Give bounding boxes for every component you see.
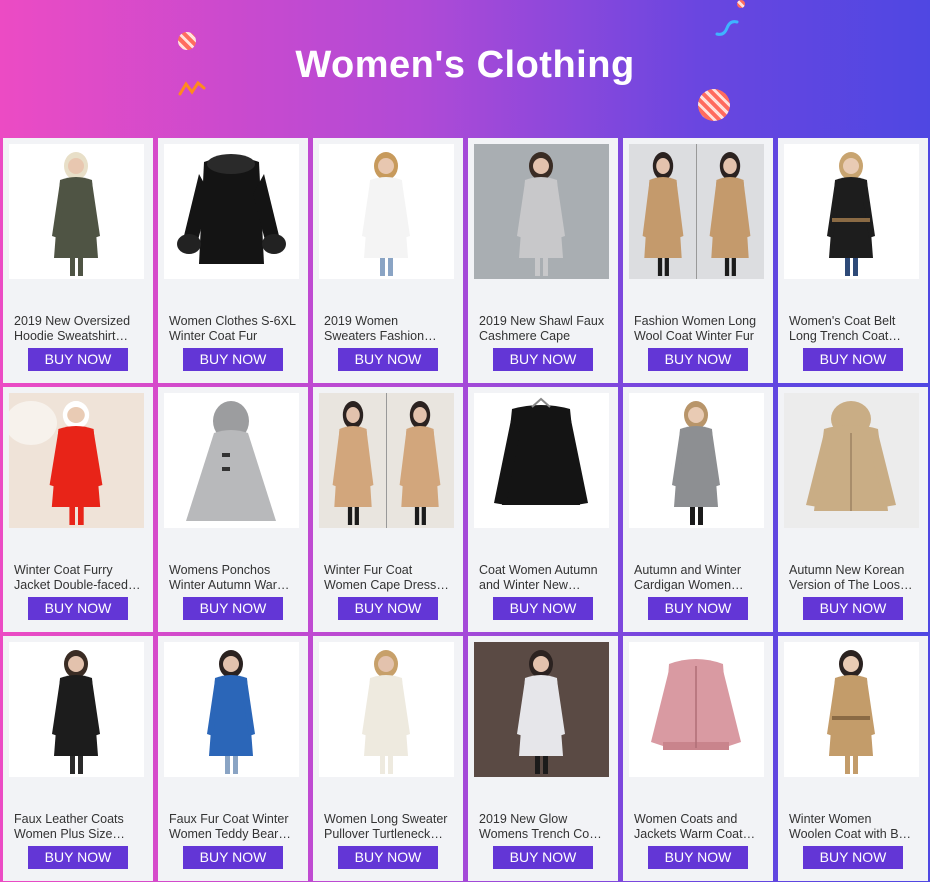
product-image[interactable]	[474, 393, 609, 528]
product-title[interactable]: Winter Coat Furry Jacket Double-faced Fu…	[14, 563, 142, 593]
product-card[interactable]: Women's Coat Belt Long Trench Coat Black…	[778, 138, 928, 383]
product-card[interactable]: Fashion Women Long Wool Coat Winter Fur B…	[623, 138, 773, 383]
product-card[interactable]: Autumn and Winter Cardigan Women Knitted…	[623, 387, 773, 632]
product-title[interactable]: Women Coats and Jackets Warm Coat Teddy	[634, 812, 762, 842]
product-title[interactable]: Winter Fur Coat Women Cape Dress Shawl	[324, 563, 452, 593]
product-card[interactable]: Coat Women Autumn and Winter New Cardiga…	[468, 387, 618, 632]
product-title[interactable]: Women's Coat Belt Long Trench Coat Black	[789, 314, 917, 344]
buy-now-button[interactable]: BUY NOW	[183, 348, 283, 371]
product-card[interactable]: 2019 Women Sweaters Fashion Knitted BUY N…	[313, 138, 463, 383]
product-title[interactable]: 2019 New Glow Womens Trench Coat Reflect…	[479, 812, 607, 842]
product-image[interactable]	[629, 393, 764, 528]
buy-now-button[interactable]: BUY NOW	[338, 597, 438, 620]
product-image[interactable]	[164, 393, 299, 528]
product-title[interactable]: Womens Ponchos Winter Autumn Warm Cape	[169, 563, 297, 593]
product-image[interactable]	[784, 144, 919, 279]
buy-now-button[interactable]: BUY NOW	[803, 597, 903, 620]
product-title[interactable]: Autumn and Winter Cardigan Women Knitted	[634, 563, 762, 593]
product-card[interactable]: 2019 New Oversized Hoodie Sweatshirt Wom…	[3, 138, 153, 383]
product-title[interactable]: 2019 Women Sweaters Fashion Knitted	[324, 314, 452, 344]
buy-now-button[interactable]: BUY NOW	[28, 348, 128, 371]
product-image[interactable]	[474, 642, 609, 777]
striped-ball-decoration	[737, 0, 745, 8]
product-card[interactable]: 2019 New Shawl Faux Cashmere Cape BUY NOW	[468, 138, 618, 383]
buy-now-button[interactable]: BUY NOW	[338, 846, 438, 869]
buy-now-button[interactable]: BUY NOW	[183, 846, 283, 869]
product-card[interactable]: 2019 New Glow Womens Trench Coat Reflect…	[468, 636, 618, 881]
page-title: Women's Clothing	[295, 44, 635, 86]
product-title[interactable]: Coat Women Autumn and Winter New Cardiga…	[479, 563, 607, 593]
product-card[interactable]: Women Long Sweater Pullover Turtleneck D…	[313, 636, 463, 881]
product-image[interactable]	[9, 393, 144, 528]
squiggle-decoration	[715, 20, 739, 36]
product-card[interactable]: Women Clothes S-6XL Winter Coat Fur BUY N…	[158, 138, 308, 383]
product-image[interactable]	[629, 642, 764, 777]
buy-now-button[interactable]: BUY NOW	[648, 846, 748, 869]
product-image[interactable]	[319, 393, 454, 528]
product-image[interactable]	[319, 144, 454, 279]
product-card[interactable]: Faux Fur Coat Winter Women Teddy Bear Co…	[158, 636, 308, 881]
product-image[interactable]	[784, 393, 919, 528]
product-title[interactable]: Faux Fur Coat Winter Women Teddy Bear Co…	[169, 812, 297, 842]
buy-now-button[interactable]: BUY NOW	[803, 846, 903, 869]
product-title[interactable]: Autumn New Korean Version of The Loose P…	[789, 563, 917, 593]
buy-now-button[interactable]: BUY NOW	[493, 846, 593, 869]
product-image[interactable]	[164, 642, 299, 777]
product-card[interactable]: Winter Women Woolen Coat with Belt Doubl…	[778, 636, 928, 881]
product-card[interactable]: Winter Coat Furry Jacket Double-faced Fu…	[3, 387, 153, 632]
product-card[interactable]: Womens Ponchos Winter Autumn Warm Cape BU…	[158, 387, 308, 632]
product-card[interactable]: Winter Fur Coat Women Cape Dress Shawl BU…	[313, 387, 463, 632]
buy-now-button[interactable]: BUY NOW	[648, 348, 748, 371]
buy-now-button[interactable]: BUY NOW	[338, 348, 438, 371]
product-card[interactable]: Faux Leather Coats Women Plus Size Long B…	[3, 636, 153, 881]
buy-now-button[interactable]: BUY NOW	[493, 348, 593, 371]
product-image[interactable]	[474, 144, 609, 279]
buy-now-button[interactable]: BUY NOW	[183, 597, 283, 620]
buy-now-button[interactable]: BUY NOW	[803, 348, 903, 371]
product-title[interactable]: Faux Leather Coats Women Plus Size Long	[14, 812, 142, 842]
product-image[interactable]	[784, 642, 919, 777]
product-image[interactable]	[9, 144, 144, 279]
product-card[interactable]: Autumn New Korean Version of The Loose P…	[778, 387, 928, 632]
buy-now-button[interactable]: BUY NOW	[648, 597, 748, 620]
product-card[interactable]: Women Coats and Jackets Warm Coat Teddy B…	[623, 636, 773, 881]
product-title[interactable]: 2019 New Shawl Faux Cashmere Cape	[479, 314, 607, 344]
buy-now-button[interactable]: BUY NOW	[493, 597, 593, 620]
product-title[interactable]: Winter Women Woolen Coat with Belt Doubl…	[789, 812, 917, 842]
product-title[interactable]: Women Clothes S-6XL Winter Coat Fur	[169, 314, 297, 344]
product-grid: 2019 New Oversized Hoodie Sweatshirt Wom…	[3, 138, 928, 881]
product-image[interactable]	[9, 642, 144, 777]
product-title[interactable]: Women Long Sweater Pullover Turtleneck D…	[324, 812, 452, 842]
buy-now-button[interactable]: BUY NOW	[28, 597, 128, 620]
product-title[interactable]: Fashion Women Long Wool Coat Winter Fur	[634, 314, 762, 344]
product-image[interactable]	[164, 144, 299, 279]
product-title[interactable]: 2019 New Oversized Hoodie Sweatshirt Wom…	[14, 314, 142, 344]
product-image[interactable]	[629, 144, 764, 279]
buy-now-button[interactable]: BUY NOW	[28, 846, 128, 869]
striped-ball-decoration	[698, 89, 730, 121]
banner: Women's Clothing	[0, 0, 930, 136]
product-image[interactable]	[319, 642, 454, 777]
